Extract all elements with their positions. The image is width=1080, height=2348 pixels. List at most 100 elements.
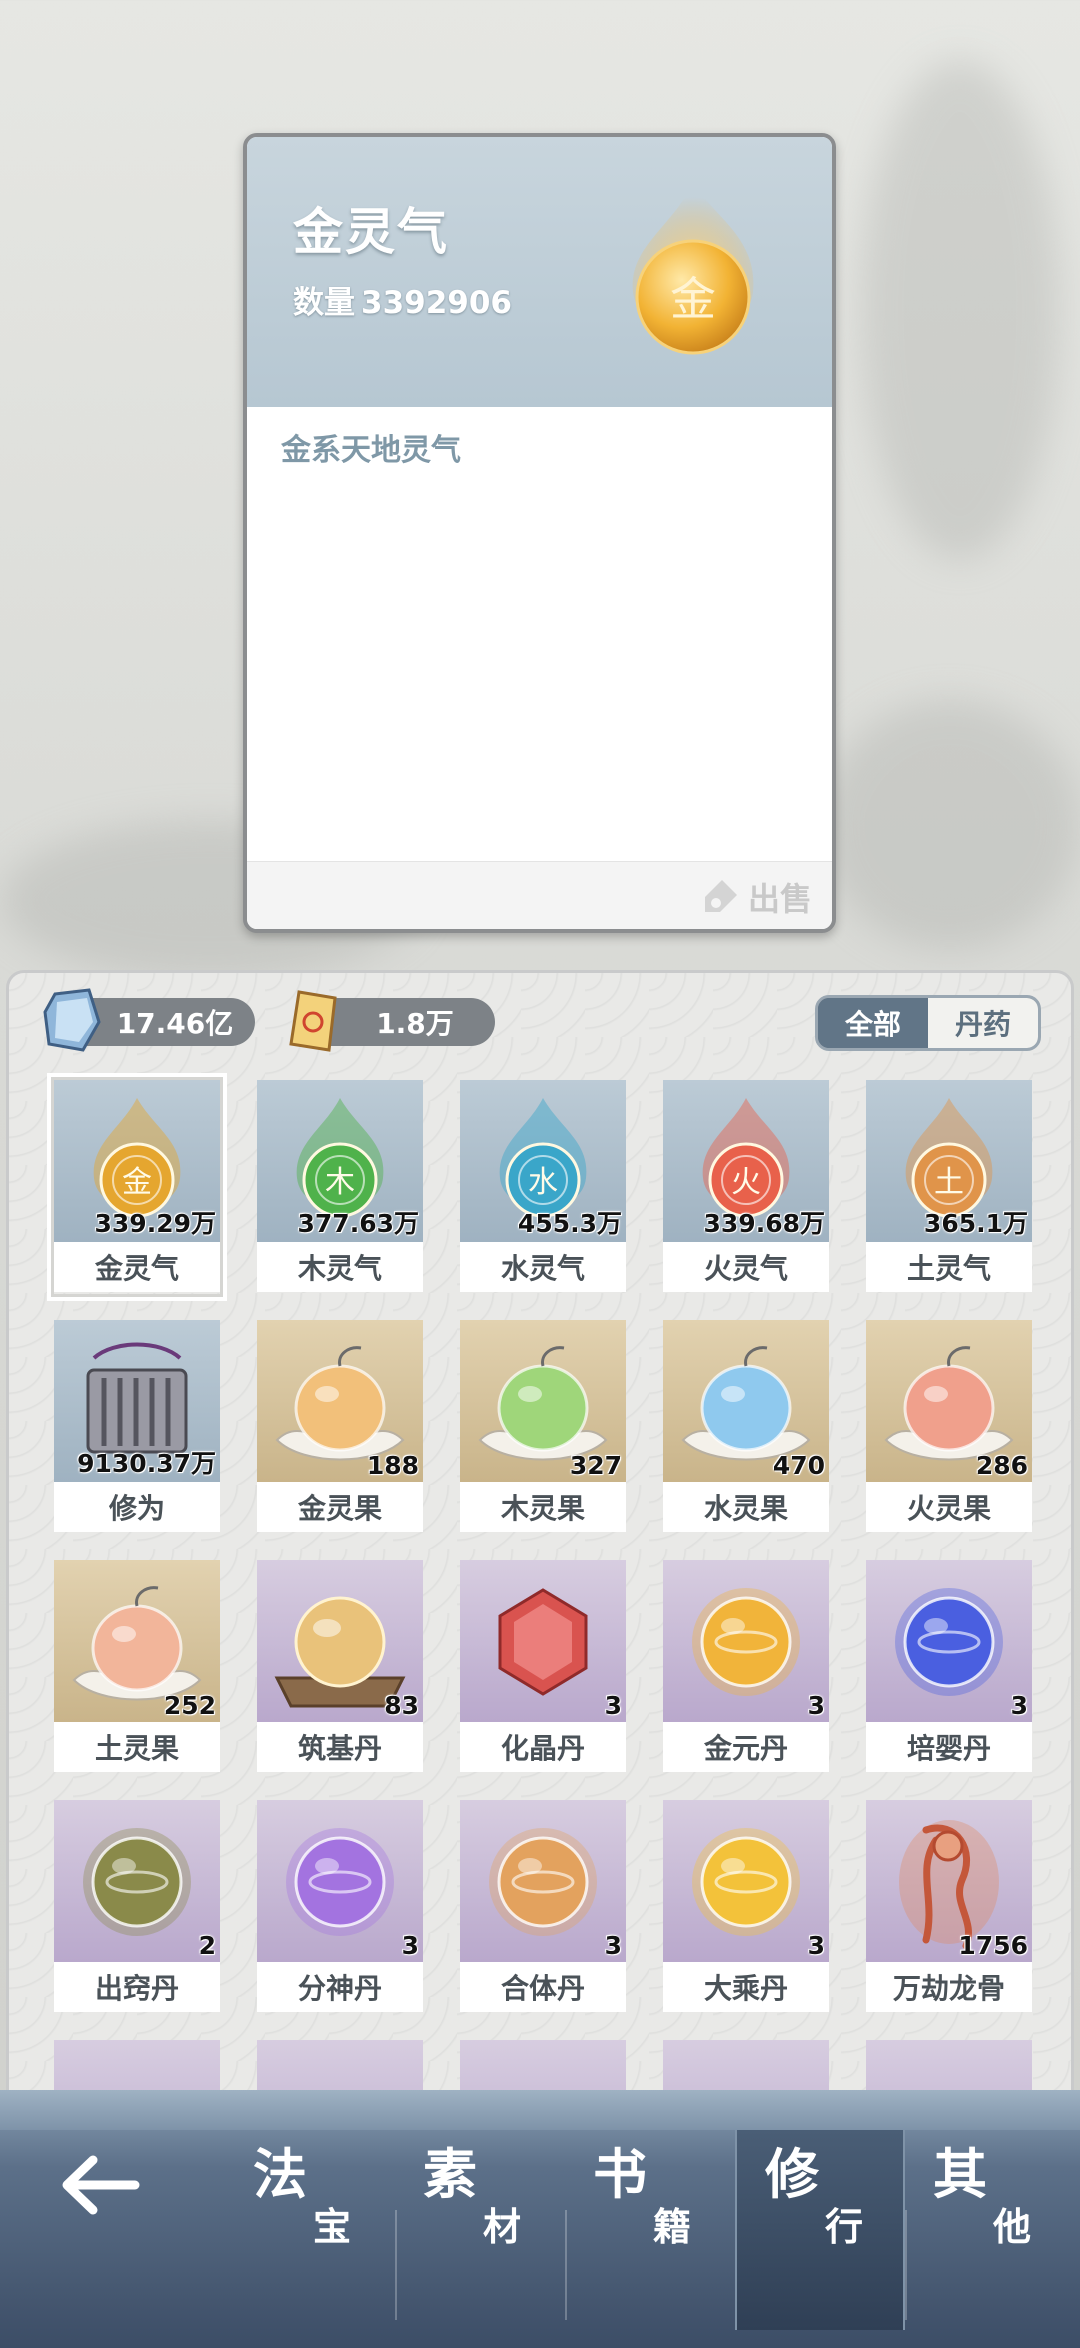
pill-icon: 3 xyxy=(460,1800,626,1962)
item-detail-card: 金灵气 数量 3392906 金 金系天地灵气 出售 xyxy=(243,133,836,933)
nav-tab[interactable]: 法宝 xyxy=(225,2130,395,2330)
item-detail-title: 金灵气 xyxy=(293,203,449,261)
inventory-item[interactable]: 3 化晶丹 xyxy=(460,1560,626,1774)
inventory-item[interactable]: 火 339.68万火灵气 xyxy=(663,1080,829,1294)
back-arrow-icon[interactable] xyxy=(55,2150,145,2220)
inventory-item[interactable]: 252 土灵果 xyxy=(54,1560,220,1774)
sell-label: 出售 xyxy=(747,880,812,918)
item-detail-quantity: 数量 3392906 xyxy=(293,277,512,322)
nav-tab-char: 书 xyxy=(593,2142,647,2206)
item-count: 286 xyxy=(975,1451,1028,1480)
item-count: 339.29万 xyxy=(94,1209,216,1238)
background-ink xyxy=(820,700,1080,950)
item-name: 火灵气 xyxy=(663,1242,829,1292)
inventory-item[interactable]: 金 339.29万 金灵气 xyxy=(47,1073,227,1301)
card-footer: 出售 xyxy=(247,861,832,929)
item-name: 修为 xyxy=(54,1482,220,1532)
inventory-item[interactable]: 1756 万劫龙骨 xyxy=(866,1800,1032,2014)
pill-icon: 83 xyxy=(257,1560,423,1722)
nav-tab-char: 修 xyxy=(765,2142,819,2206)
spirit-qi-icon: 水 455.3万 xyxy=(460,1080,626,1242)
item-name: 大乘丹 xyxy=(663,1962,829,2012)
svg-text:火: 火 xyxy=(731,1165,761,1200)
inventory-item[interactable]: 286 火灵果 xyxy=(866,1320,1032,1534)
gold-qi-icon: 金 xyxy=(618,177,768,367)
item-count: 3 xyxy=(604,1931,622,1960)
orb-glyph: 金 xyxy=(670,272,716,326)
nav-tab[interactable]: 修行 xyxy=(735,2130,905,2330)
talisman-icon xyxy=(289,990,337,1052)
nav-tab-char: 其 xyxy=(933,2142,987,2206)
item-name: 木灵果 xyxy=(460,1482,626,1532)
tab-all[interactable]: 全部 xyxy=(818,998,928,1048)
inventory-item[interactable]: 3 分神丹 xyxy=(257,1800,423,2014)
background-ink xyxy=(860,60,1060,560)
nav-tab[interactable]: 素材 xyxy=(395,2130,565,2330)
cultivation-scroll-icon: 9130.37万 xyxy=(54,1320,220,1482)
item-name: 金灵果 xyxy=(257,1482,423,1532)
inventory-item[interactable]: 9130.37万 修为 xyxy=(54,1320,220,1534)
bottom-nav: 法宝素材书籍修行其他 xyxy=(0,2090,1080,2348)
nav-tab-subchar: 材 xyxy=(483,2204,522,2249)
svg-text:水: 水 xyxy=(528,1165,558,1200)
inventory-item[interactable]: 3 大乘丹 xyxy=(663,1800,829,2014)
nav-tab-subchar: 行 xyxy=(825,2204,864,2249)
item-count: 339.68万 xyxy=(703,1209,825,1238)
tab-pills[interactable]: 丹药 xyxy=(928,998,1038,1048)
filter-tabs: 全部 丹药 xyxy=(815,995,1041,1051)
inventory-item[interactable]: 木 377.63万 木灵气 xyxy=(257,1080,423,1294)
pill-icon: 2 xyxy=(54,1800,220,1962)
item-count: 3 xyxy=(604,1691,622,1720)
inventory-item[interactable]: 188 金灵果 xyxy=(257,1320,423,1534)
spirit-stone-icon xyxy=(43,988,101,1052)
sell-button[interactable]: 出售 xyxy=(702,874,812,920)
currency-spirit-stone: 17.46亿 xyxy=(43,988,255,1052)
nav-tab[interactable]: 书籍 xyxy=(565,2130,735,2330)
inventory-item[interactable]: 327 木灵果 xyxy=(460,1320,626,1534)
item-count: 377.63万 xyxy=(297,1209,419,1238)
inventory-item[interactable]: 3 合体丹 xyxy=(460,1800,626,2014)
inventory-item[interactable]: 3 培婴丹 xyxy=(866,1560,1032,1774)
spirit-fruit-icon: 327 xyxy=(460,1320,626,1482)
item-count: 252 xyxy=(163,1691,216,1720)
inventory-item[interactable]: 土 365.1万土灵气 xyxy=(866,1080,1032,1294)
item-name: 土灵气 xyxy=(866,1242,1032,1292)
item-count: 3 xyxy=(1010,1691,1028,1720)
spirit-fruit-icon: 286 xyxy=(866,1320,1032,1482)
item-count: 3 xyxy=(807,1931,825,1960)
nav-top-edge xyxy=(0,2090,1080,2130)
nav-tab-char: 法 xyxy=(253,2142,307,2206)
item-name: 筑基丹 xyxy=(257,1722,423,1772)
item-name: 培婴丹 xyxy=(866,1722,1032,1772)
pill-icon: 3 xyxy=(663,1800,829,1962)
item-count: 3 xyxy=(401,1931,419,1960)
nav-tab-char: 素 xyxy=(423,2142,477,2206)
item-count: 365.1万 xyxy=(923,1209,1028,1238)
spirit-fruit-icon: 470 xyxy=(663,1320,829,1482)
item-name: 土灵果 xyxy=(54,1722,220,1772)
nav-tab[interactable]: 其他 xyxy=(905,2130,1075,2330)
inventory-item[interactable]: 83 筑基丹 xyxy=(257,1560,423,1774)
crystal-pill-icon: 3 xyxy=(460,1560,626,1722)
item-name: 合体丹 xyxy=(460,1962,626,2012)
dragon-bone-icon: 1756 xyxy=(866,1800,1032,1962)
inventory-item[interactable]: 2 出窍丹 xyxy=(54,1800,220,2014)
item-detail-header: 金灵气 数量 3392906 金 xyxy=(247,137,832,407)
inventory-item[interactable]: 3 金元丹 xyxy=(663,1560,829,1774)
quantity-value: 3392906 xyxy=(361,285,512,321)
inventory-item[interactable]: 水 455.3万 水灵气 xyxy=(460,1080,626,1294)
pill-icon: 3 xyxy=(257,1800,423,1962)
spirit-fruit-icon: 252 xyxy=(54,1560,220,1722)
item-name: 金灵气 xyxy=(54,1242,220,1292)
sell-icon xyxy=(704,880,737,912)
item-count: 1756 xyxy=(958,1931,1028,1960)
svg-text:土: 土 xyxy=(934,1165,964,1200)
item-description: 金系天地灵气 xyxy=(281,433,461,468)
item-count: 2 xyxy=(198,1931,216,1960)
item-count: 188 xyxy=(366,1451,419,1480)
pill-icon: 3 xyxy=(663,1560,829,1722)
inventory-item[interactable]: 470 水灵果 xyxy=(663,1320,829,1534)
item-name: 金元丹 xyxy=(663,1722,829,1772)
item-count: 3 xyxy=(807,1691,825,1720)
nav-tab-subchar: 籍 xyxy=(653,2204,692,2249)
